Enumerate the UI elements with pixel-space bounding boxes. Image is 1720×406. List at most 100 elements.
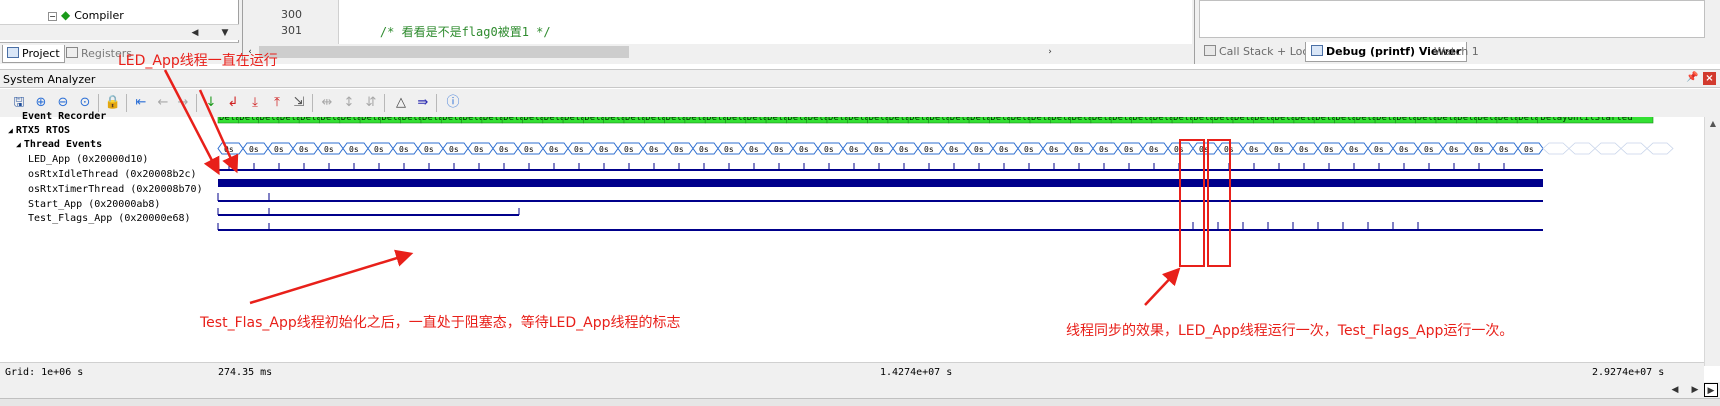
- event-recorder-label: Dela: [1457, 117, 1479, 123]
- analyzer-vertical-scrollbar[interactable]: ▲: [1704, 117, 1720, 366]
- tab-watch-1[interactable]: Watch 1: [1429, 42, 1484, 62]
- event-recorder-label: Dela: [970, 117, 992, 123]
- tree-expander-icon[interactable]: −: [48, 11, 57, 21]
- tree-node-compiler[interactable]: − ◆ Compiler: [48, 8, 124, 22]
- expand-icon[interactable]: ⇹: [318, 94, 336, 112]
- close-icon[interactable]: ×: [1703, 72, 1716, 85]
- scroll-left-arrow-icon[interactable]: ◀: [188, 26, 202, 40]
- delta-icon[interactable]: △: [392, 94, 410, 112]
- thread-event-label: 0s: [1374, 145, 1384, 154]
- event-recorder-label: Dela: [645, 117, 667, 123]
- jump-end-icon[interactable]: ⤒: [268, 94, 286, 112]
- cursor-icon[interactable]: ⇲: [290, 94, 308, 112]
- line-number: 301: [281, 24, 302, 37]
- event-recorder-label: Dela: [442, 117, 464, 123]
- thread-event-label: 0s: [374, 145, 384, 154]
- code-horizontal-scrollbar[interactable]: ‹ ›: [243, 44, 1193, 60]
- thread-event-label: 0s: [874, 145, 884, 154]
- toolbar-separator: [196, 94, 197, 112]
- prev-event-icon[interactable]: ⇤: [132, 94, 150, 112]
- watch-vertical-scrollbar[interactable]: [1705, 0, 1720, 40]
- thread-event-label: 0s: [624, 145, 634, 154]
- scroll-right-arrow-icon[interactable]: ›: [1043, 45, 1057, 59]
- event-recorder-label: Dela: [1234, 117, 1256, 123]
- jump-start-icon[interactable]: ⤓: [246, 94, 264, 112]
- event-recorder-label: Dela: [239, 117, 261, 123]
- toolbar-separator: [436, 94, 437, 112]
- thread-event-label: 0s: [949, 145, 959, 154]
- thread-event-label: 0s: [974, 145, 984, 154]
- scroll-thumb[interactable]: [259, 46, 629, 58]
- zoom-all-icon[interactable]: ⊙: [76, 94, 94, 112]
- code-editor[interactable]: 300 301 /* 看看是不是flag0被置1 */ ‹ ›: [242, 0, 1193, 60]
- tab-project[interactable]: Project: [2, 45, 65, 63]
- pin-icon[interactable]: 📌: [1686, 72, 1698, 83]
- event-recorder-label: Dela: [1112, 117, 1134, 123]
- thread-event-label: 0s: [499, 145, 509, 154]
- nav-left-icon[interactable]: ←: [154, 94, 172, 112]
- thread-event-label: 0s: [1299, 145, 1309, 154]
- save-icon[interactable]: 🖫: [10, 94, 28, 112]
- analyzer-horizontal-scrollbar[interactable]: ◀ ▶ ▶: [0, 382, 1720, 398]
- event-recorder-label: Dela: [1417, 117, 1439, 123]
- thread-event-label: 0s: [774, 145, 784, 154]
- event-recorder-label: Dela: [361, 117, 383, 123]
- event-recorder-label: Dela: [727, 117, 749, 123]
- event-recorder-label: Dela: [1214, 117, 1236, 123]
- panel-title: System Analyzer: [3, 73, 96, 86]
- code-comment-line: /* 看看是不是flag0被置1 */: [351, 25, 551, 39]
- thread-event-label: 0s: [1249, 145, 1259, 154]
- event-recorder-label: Dela: [1518, 117, 1540, 123]
- thread-event-label: 0s: [749, 145, 759, 154]
- event-recorder-label: Dela: [1437, 117, 1459, 123]
- event-recorder-label: Dela: [1295, 117, 1317, 123]
- zoom-out-icon[interactable]: ⊖: [54, 94, 72, 112]
- event-recorder-label: Dela: [1396, 117, 1418, 123]
- tree-horizontal-scrollbar[interactable]: ◀ ▼: [0, 24, 239, 40]
- event-recorder-label: Dela: [1254, 117, 1276, 123]
- thread-event-label: 0s: [399, 145, 409, 154]
- collapse-icon[interactable]: ↕: [340, 94, 358, 112]
- thread-event-label: 0s: [674, 145, 684, 154]
- thread-event-tail: [1568, 142, 1596, 155]
- scroll-end-icon[interactable]: ▶: [1704, 383, 1718, 397]
- event-recorder-label: Dela: [787, 117, 809, 123]
- event-recorder-label: Dela: [625, 117, 647, 123]
- event-recorder-label: Dela: [666, 117, 688, 123]
- event-recorder-label: Dela: [402, 117, 424, 123]
- lock-icon[interactable]: 🔒: [104, 94, 122, 112]
- event-recorder-label: Dela: [605, 117, 627, 123]
- nav-right-icon[interactable]: →: [174, 94, 192, 112]
- event-recorder-label: Dela: [808, 117, 830, 123]
- event-recorder-label: Dela: [1315, 117, 1337, 123]
- event-recorder-end-label: DelayUntilStarted: [1541, 117, 1633, 123]
- annotation-bottom-right: 线程同步的效果，LED_App线程运行一次，Test_Flags_App运行一次…: [1066, 323, 1514, 339]
- next-marker-icon[interactable]: ⇛: [414, 94, 432, 112]
- event-recorder-label: Dela: [950, 117, 972, 123]
- dropdown-arrow-icon[interactable]: ▼: [218, 26, 232, 40]
- event-recorder-label: Dela: [1133, 117, 1155, 123]
- event-recorder-label: Dela: [260, 117, 282, 123]
- event-recorder-label: Dela: [321, 117, 343, 123]
- thread-event-label: 0s: [549, 145, 559, 154]
- scroll-left-arrow-icon[interactable]: ◀: [1668, 383, 1682, 397]
- thread-event-label: 0s: [1349, 145, 1359, 154]
- thread-event-label: 0s: [1074, 145, 1084, 154]
- scroll-right-arrow-icon[interactable]: ▶: [1688, 383, 1702, 397]
- analyzer-statusbar: Grid: 1e+06 s 274.35 ms 1.4274e+07 s 2.9…: [0, 362, 1704, 382]
- scroll-up-arrow-icon[interactable]: ▲: [1705, 117, 1720, 131]
- step-in-icon[interactable]: ↓: [202, 94, 220, 112]
- step-back-icon[interactable]: ↲: [224, 94, 242, 112]
- collapse-all-icon[interactable]: ⇵: [362, 94, 380, 112]
- zoom-in-icon[interactable]: ⊕: [32, 94, 50, 112]
- help-icon[interactable]: ⓘ: [444, 94, 462, 112]
- event-recorder-label: Dela: [909, 117, 931, 123]
- time-end: 2.9274e+07 s: [1592, 367, 1665, 378]
- watch-pane: Call Stack + Locals Debug (printf) Viewe…: [1194, 0, 1720, 64]
- thread-event-label: 0s: [1049, 145, 1059, 154]
- event-recorder-label: Dela: [381, 117, 403, 123]
- panel-titlebar: System Analyzer 📌 ×: [0, 69, 1720, 88]
- watch-content[interactable]: [1199, 0, 1705, 38]
- event-recorder-label: Dela: [1051, 117, 1073, 123]
- tab-label: Watch 1: [1434, 45, 1479, 58]
